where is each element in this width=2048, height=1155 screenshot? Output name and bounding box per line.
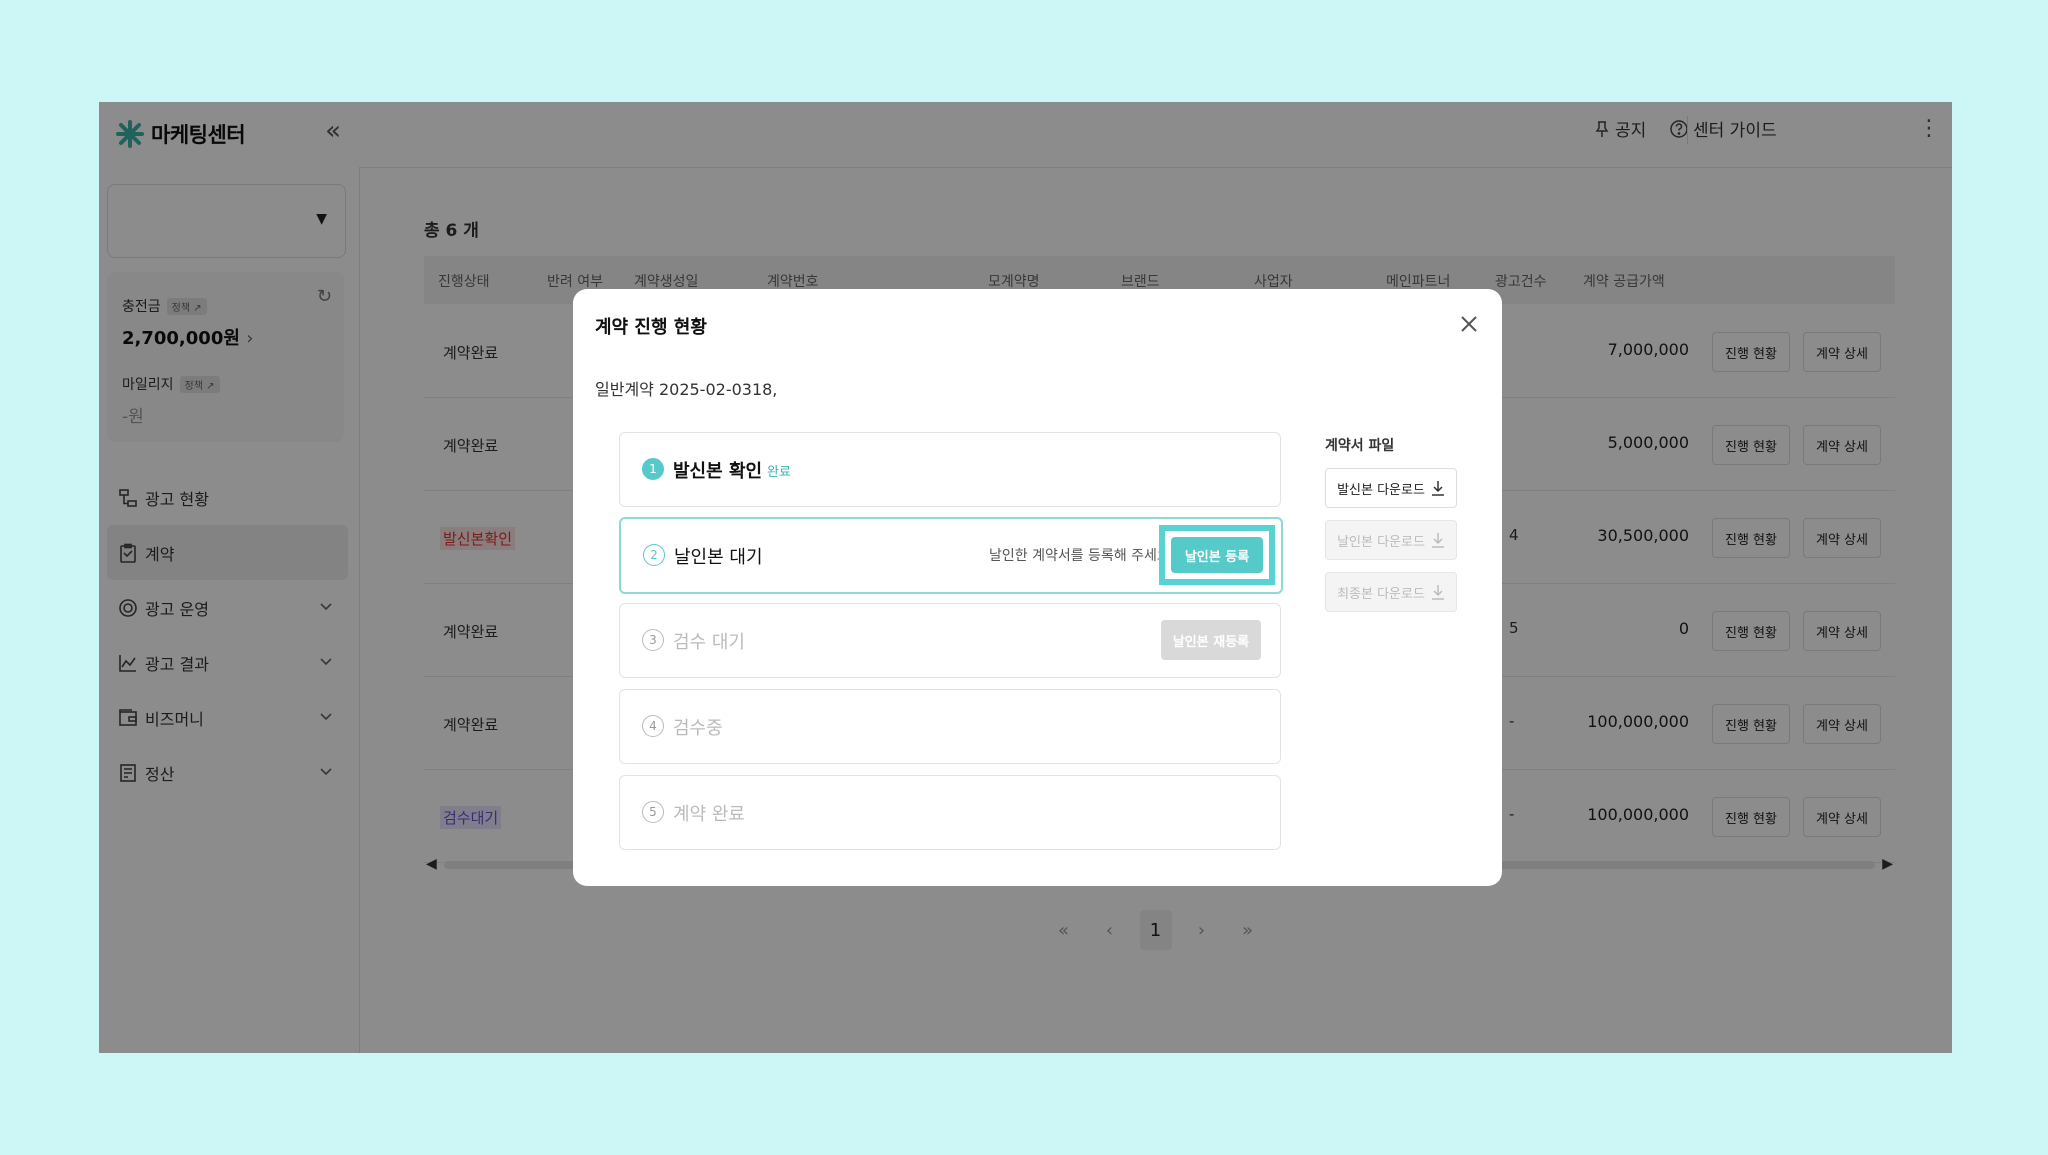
download-label: 날인본 다운로드 <box>1337 534 1425 550</box>
step-label: 검수중 <box>673 718 723 739</box>
step-contract-complete: 5 계약 완료 <box>619 775 1281 850</box>
step-number: 1 <box>642 458 664 480</box>
files-title: 계약서 파일 <box>1325 438 1395 454</box>
step-seal-waiting: 2 날인본 대기 날인한 계약서를 등록해 주세요 날인본 등록 <box>619 517 1283 594</box>
step-hint: 날인한 계약서를 등록해 주세요 <box>989 548 1170 564</box>
download-final-button[interactable]: 최종본 다운로드 <box>1325 572 1457 612</box>
download-sealed-button[interactable]: 날인본 다운로드 <box>1325 520 1457 560</box>
step-sender-confirm: 1 발신본 확인 완료 <box>619 432 1281 507</box>
register-sealed-button[interactable]: 날인본 등록 <box>1171 537 1263 573</box>
step-number: 4 <box>642 715 664 737</box>
step-label: 검수 대기 <box>673 632 745 653</box>
step-review-waiting: 3 검수 대기 날인본 재등록 <box>619 603 1281 678</box>
close-icon[interactable] <box>1458 313 1480 340</box>
step-number: 3 <box>642 629 664 651</box>
step-number: 2 <box>643 544 665 566</box>
contract-progress-modal: 계약 진행 현황 일반계약 2025-02-0318, 1 발신본 확인 완료 … <box>573 289 1502 886</box>
step-label: 계약 완료 <box>673 804 745 825</box>
download-sender-button[interactable]: 발신본 다운로드 <box>1325 468 1457 508</box>
step-label: 발신본 확인 <box>673 461 763 482</box>
contract-number: 일반계약 2025-02-0318, <box>595 380 778 399</box>
download-icon <box>1431 585 1444 600</box>
step-number: 5 <box>642 801 664 823</box>
download-label: 발신본 다운로드 <box>1337 482 1425 498</box>
step-label: 날인본 대기 <box>674 547 763 568</box>
register-highlight: 날인본 등록 <box>1159 525 1275 585</box>
modal-title: 계약 진행 현황 <box>595 317 707 338</box>
download-label: 최종본 다운로드 <box>1337 586 1425 602</box>
step-reviewing: 4 검수중 <box>619 689 1281 764</box>
step-done-badge: 완료 <box>767 465 791 480</box>
download-icon <box>1431 533 1444 548</box>
reregister-sealed-button[interactable]: 날인본 재등록 <box>1161 620 1261 660</box>
download-icon <box>1431 481 1444 496</box>
